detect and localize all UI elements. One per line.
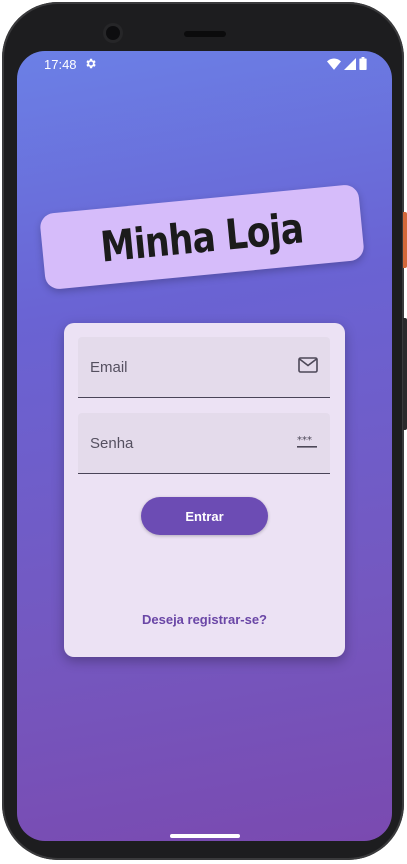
login-button[interactable]: Entrar	[141, 497, 268, 535]
cell-signal-icon	[344, 57, 356, 70]
volume-button	[403, 318, 407, 430]
password-input[interactable]	[78, 413, 334, 475]
store-logo-text: Minha Loja	[98, 202, 306, 272]
battery-icon	[359, 57, 367, 70]
app-screen: 17:48 Minha Loja Email Senha *** Entrar …	[17, 51, 392, 841]
front-camera	[106, 26, 120, 40]
store-logo-banner: Minha Loja	[39, 183, 365, 291]
wifi-icon	[327, 57, 341, 70]
settings-gear-icon	[86, 58, 96, 69]
power-button	[403, 212, 407, 268]
password-field[interactable]: Senha ***	[78, 413, 334, 475]
register-link[interactable]: Deseja registrar-se?	[64, 612, 345, 627]
status-time: 17:48	[44, 57, 77, 72]
email-input[interactable]	[78, 337, 334, 399]
status-bar: 17:48	[17, 51, 392, 77]
phone-frame: 17:48 Minha Loja Email Senha *** Entrar …	[2, 2, 404, 860]
gesture-nav-handle[interactable]	[170, 834, 240, 838]
earpiece-speaker	[184, 31, 226, 37]
email-field[interactable]: Email	[78, 337, 334, 399]
login-card: Email Senha *** Entrar Deseja registrar-…	[64, 323, 345, 657]
status-icons	[327, 57, 367, 70]
login-button-label: Entrar	[185, 508, 224, 524]
